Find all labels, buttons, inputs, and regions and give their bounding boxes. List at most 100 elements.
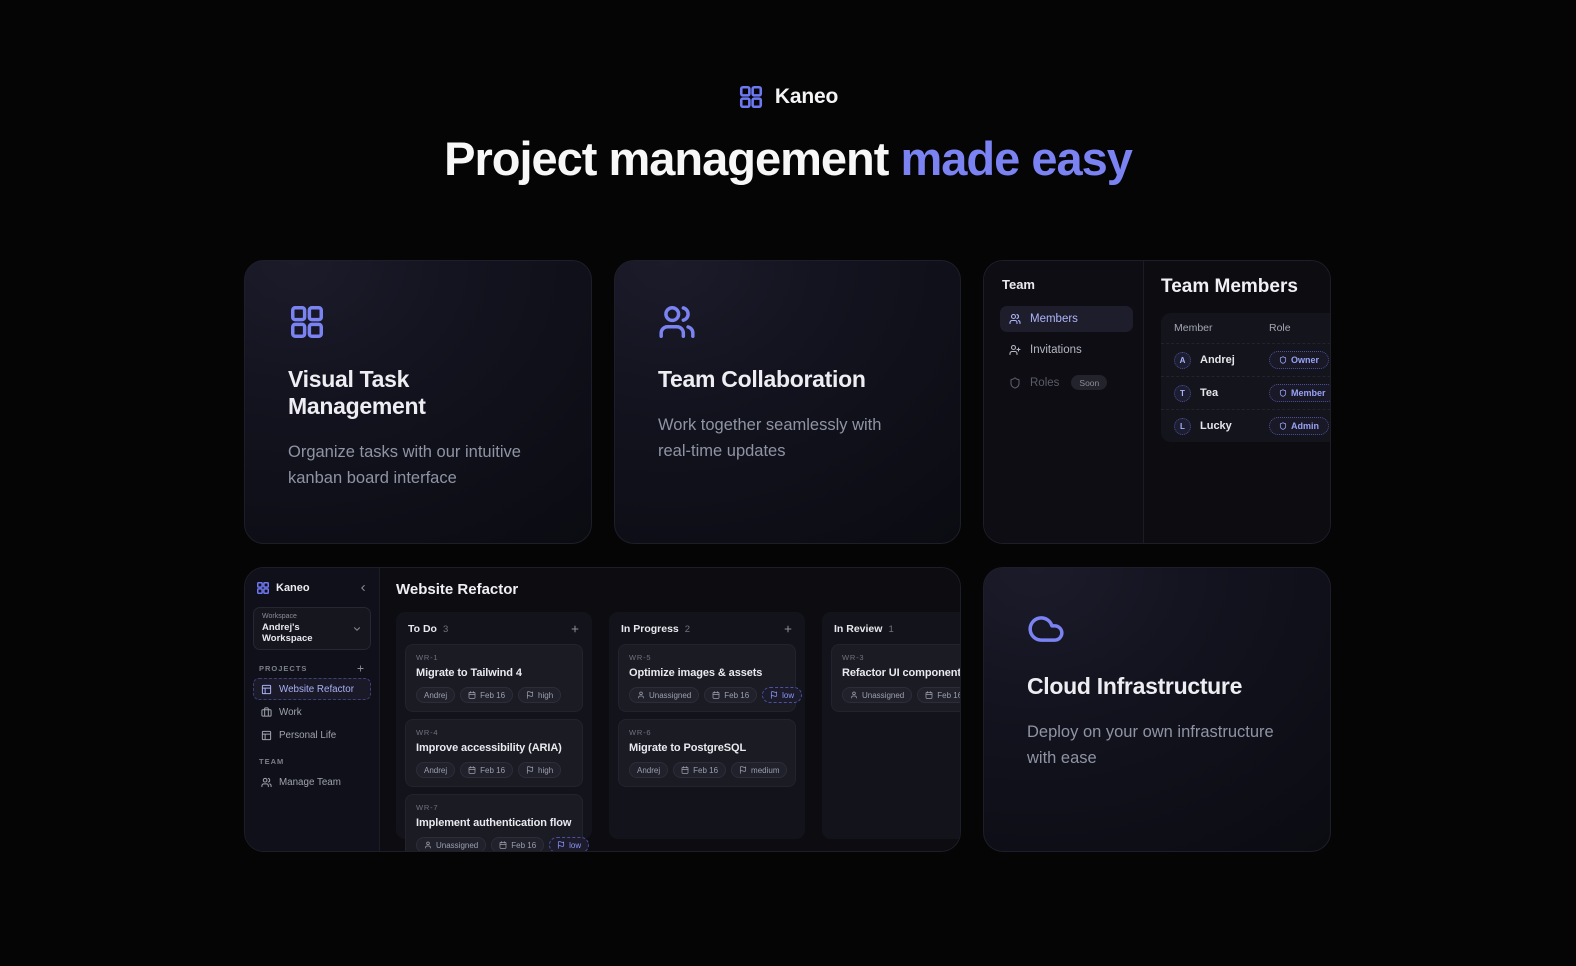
column-in-progress: In Progress 2 WR-5 Optimize images & ass… bbox=[609, 612, 805, 839]
sidebar-item-personal-life[interactable]: Personal Life bbox=[253, 724, 371, 746]
task-card[interactable]: WR-4 Improve accessibility (ARIA) Andrej… bbox=[405, 719, 583, 787]
feature-title: Team Collaboration bbox=[658, 366, 917, 393]
add-project-button[interactable] bbox=[356, 664, 365, 673]
table-row[interactable]: A Andrej Owner bbox=[1161, 343, 1331, 376]
priority-badge: high bbox=[518, 687, 561, 703]
column-header-role: Role bbox=[1269, 322, 1291, 334]
column-name: In Progress bbox=[621, 623, 679, 635]
priority-badge: high bbox=[518, 762, 561, 778]
task-id: WR-7 bbox=[416, 803, 572, 812]
column-name: In Review bbox=[834, 623, 882, 635]
assignee-name: Unassigned bbox=[862, 691, 904, 700]
task-title: Optimize images & assets bbox=[629, 667, 785, 679]
project-label: Website Refactor bbox=[279, 684, 354, 695]
feature-title: Visual Task Management bbox=[288, 366, 548, 420]
assignee-badge: Andrej bbox=[416, 762, 455, 778]
kanban-sidebar: Kaneo Workspace Andrej's Workspace PRO bbox=[245, 568, 380, 851]
card-team-collaboration: Team Collaboration Work together seamles… bbox=[614, 260, 961, 544]
task-id: WR-1 bbox=[416, 653, 572, 662]
kaneo-logo-icon bbox=[256, 581, 270, 595]
role-label: Member bbox=[1291, 388, 1326, 398]
due-date: Feb 16 bbox=[480, 691, 505, 700]
task-id: WR-4 bbox=[416, 728, 572, 737]
priority-label: high bbox=[538, 691, 553, 700]
due-date: Feb 16 bbox=[480, 766, 505, 775]
task-title: Improve accessibility (ARIA) bbox=[416, 742, 572, 754]
priority-badge: medium bbox=[731, 762, 787, 778]
assignee-name: Unassigned bbox=[649, 691, 691, 700]
priority-label: low bbox=[569, 841, 581, 850]
table-row[interactable]: T Tea Member bbox=[1161, 376, 1331, 409]
sidebar-item-label: Manage Team bbox=[279, 777, 341, 788]
assignee-badge: Unassigned bbox=[629, 687, 699, 703]
brand-name: Kaneo bbox=[775, 85, 838, 109]
sidebar-item-website-refactor[interactable]: Website Refactor bbox=[253, 678, 371, 700]
sidebar-item-manage-team[interactable]: Manage Team bbox=[253, 771, 371, 793]
priority-label: low bbox=[782, 691, 794, 700]
task-card[interactable]: WR-7 Implement authentication flow Unass… bbox=[405, 794, 583, 851]
card-team-members-preview: Team Members bbox=[983, 260, 1331, 544]
role-badge: Owner bbox=[1269, 351, 1329, 369]
team-members-panel: Team Members Member Role A Andrej Owne bbox=[1144, 261, 1331, 543]
card-cloud-infrastructure: Cloud Infrastructure Deploy on your own … bbox=[983, 567, 1331, 852]
task-card[interactable]: WR-6 Migrate to PostgreSQL Andrej Feb 16 bbox=[618, 719, 796, 787]
table-row[interactable]: L Lucky Admin bbox=[1161, 409, 1331, 442]
team-nav-label: Invitations bbox=[1030, 344, 1082, 356]
shield-icon bbox=[1009, 377, 1021, 389]
sidebar-item-work[interactable]: Work bbox=[253, 701, 371, 723]
add-task-button[interactable] bbox=[570, 624, 580, 634]
team-members-heading: Team Members bbox=[1161, 276, 1331, 298]
briefcase-icon bbox=[261, 707, 272, 718]
role-label: Admin bbox=[1291, 421, 1319, 431]
task-card[interactable]: WR-1 Migrate to Tailwind 4 Andrej Feb 16 bbox=[405, 644, 583, 712]
priority-badge: low bbox=[762, 687, 802, 703]
column-in-review: In Review 1 WR-3 Refactor UI components … bbox=[822, 612, 960, 839]
assignee-name: Andrej bbox=[424, 691, 447, 700]
task-card[interactable]: WR-3 Refactor UI components Unassigned F… bbox=[831, 644, 960, 712]
feature-grid: Visual Task Management Organize tasks wi… bbox=[244, 260, 1332, 852]
column-name: To Do bbox=[408, 623, 437, 635]
kaneo-logo-icon bbox=[738, 84, 764, 110]
task-id: WR-3 bbox=[842, 653, 960, 662]
avatar: T bbox=[1174, 385, 1191, 402]
role-label: Owner bbox=[1291, 355, 1319, 365]
team-sidebar: Team Members bbox=[984, 261, 1144, 543]
assignee-badge: Andrej bbox=[629, 762, 668, 778]
add-task-button[interactable] bbox=[783, 624, 793, 634]
assignee-name: Andrej bbox=[424, 766, 447, 775]
feature-title: Cloud Infrastructure bbox=[1027, 673, 1287, 700]
avatar: L bbox=[1174, 418, 1191, 435]
kanban-board: Website Refactor To Do 3 WR-1 bbox=[380, 568, 960, 851]
task-title: Refactor UI components bbox=[842, 667, 960, 679]
role-badge: Admin bbox=[1269, 417, 1329, 435]
layout-icon bbox=[261, 684, 272, 695]
projects-section-label: PROJECTS bbox=[259, 664, 307, 673]
task-title: Migrate to Tailwind 4 bbox=[416, 667, 572, 679]
chevron-down-icon bbox=[352, 624, 362, 634]
due-date-badge: Feb 16 bbox=[460, 687, 513, 703]
feature-description: Organize tasks with our intuitive kanban… bbox=[288, 439, 548, 491]
collapse-sidebar-button[interactable] bbox=[358, 583, 368, 593]
assignee-badge: Unassigned bbox=[842, 687, 912, 703]
board-title: Website Refactor bbox=[396, 581, 960, 598]
team-members-table: Member Role A Andrej Owner bbox=[1161, 313, 1331, 442]
cloud-icon bbox=[1027, 610, 1287, 648]
team-nav-label: Roles bbox=[1030, 377, 1059, 389]
due-date-badge: Feb 16 bbox=[673, 762, 726, 778]
page-title: Project management made easy bbox=[0, 131, 1576, 186]
due-date-badge: Feb 16 bbox=[917, 687, 960, 703]
assignee-name: Andrej bbox=[637, 766, 660, 775]
task-card[interactable]: WR-5 Optimize images & assets Unassigned… bbox=[618, 644, 796, 712]
workspace-name: Andrej's Workspace bbox=[262, 622, 352, 644]
role-badge: Member bbox=[1269, 384, 1331, 402]
soon-badge: Soon bbox=[1071, 375, 1107, 390]
users-icon bbox=[261, 777, 272, 788]
user-plus-icon bbox=[1009, 344, 1021, 356]
assignee-badge: Unassigned bbox=[416, 837, 486, 851]
priority-label: medium bbox=[751, 766, 779, 775]
feature-description: Deploy on your own infrastructure with e… bbox=[1027, 719, 1287, 771]
workspace-selector[interactable]: Workspace Andrej's Workspace bbox=[253, 607, 371, 650]
team-nav-invitations[interactable]: Invitations bbox=[1000, 337, 1133, 363]
team-section-label: TEAM bbox=[259, 757, 284, 766]
team-nav-members[interactable]: Members bbox=[1000, 306, 1133, 332]
